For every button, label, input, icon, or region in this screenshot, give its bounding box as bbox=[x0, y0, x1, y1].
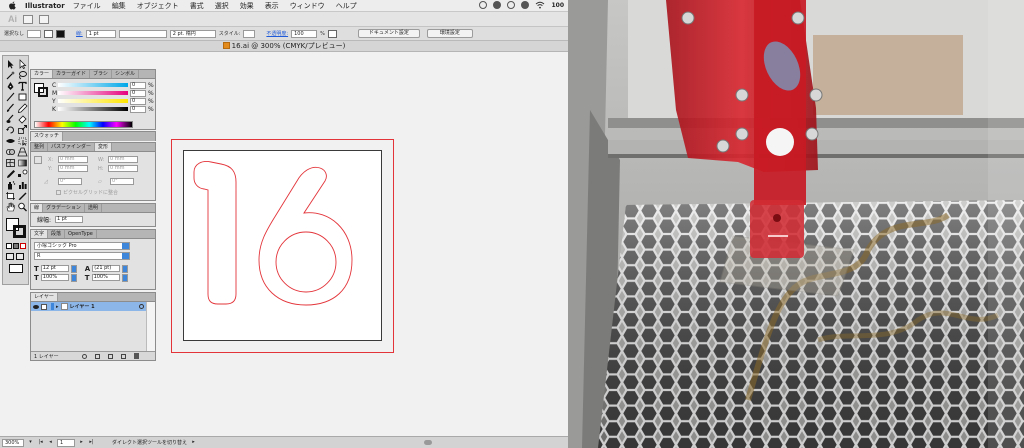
glyph-one-outline bbox=[193, 161, 237, 305]
previous-artboard-icon[interactable]: ◂ bbox=[47, 439, 54, 446]
zoom-level-field[interactable]: 300% bbox=[2, 438, 24, 447]
nozzle-tip bbox=[773, 214, 781, 222]
laser-cutter-photo bbox=[568, 0, 1024, 448]
status-bar: 300% ▾ |◂ ◂ 1 ▸ ▸| ダイレクト選択ツールを切り替え ▸ bbox=[0, 436, 568, 448]
screw bbox=[735, 88, 749, 102]
air-assist-nozzle bbox=[750, 200, 804, 258]
glyph-six-inner-outline bbox=[275, 231, 337, 293]
artboard-number-field[interactable]: 1 bbox=[57, 438, 75, 447]
laser-nozzle-light bbox=[766, 128, 794, 156]
status-text[interactable]: ダイレクト選択ツールを切り替え bbox=[112, 439, 187, 446]
status-menu-icon[interactable]: ▸ bbox=[190, 439, 197, 446]
laser-tube-housing bbox=[754, 0, 806, 205]
honeycomb-shading bbox=[598, 200, 1024, 448]
next-artboard-icon[interactable]: ▸ bbox=[78, 439, 85, 446]
window-glare bbox=[988, 0, 1024, 448]
last-artboard-icon[interactable]: ▸| bbox=[88, 439, 95, 446]
glyph-six-outer-outline bbox=[258, 166, 353, 306]
screw bbox=[791, 11, 805, 25]
screw bbox=[735, 127, 749, 141]
illustrator-window: Illustrator ファイル 編集 オブジェクト 書式 選択 効果 表示 ウ… bbox=[0, 0, 568, 448]
screw bbox=[805, 127, 819, 141]
zoom-dropdown-icon[interactable]: ▾ bbox=[27, 439, 34, 446]
screw bbox=[681, 11, 695, 25]
first-artboard-icon[interactable]: |◂ bbox=[37, 439, 44, 446]
horizontal-scrollbar-thumb[interactable] bbox=[424, 440, 432, 445]
outlined-number-artwork[interactable] bbox=[0, 0, 568, 448]
screw bbox=[809, 88, 823, 102]
cardboard-sheet bbox=[813, 35, 963, 115]
screw bbox=[716, 139, 730, 153]
